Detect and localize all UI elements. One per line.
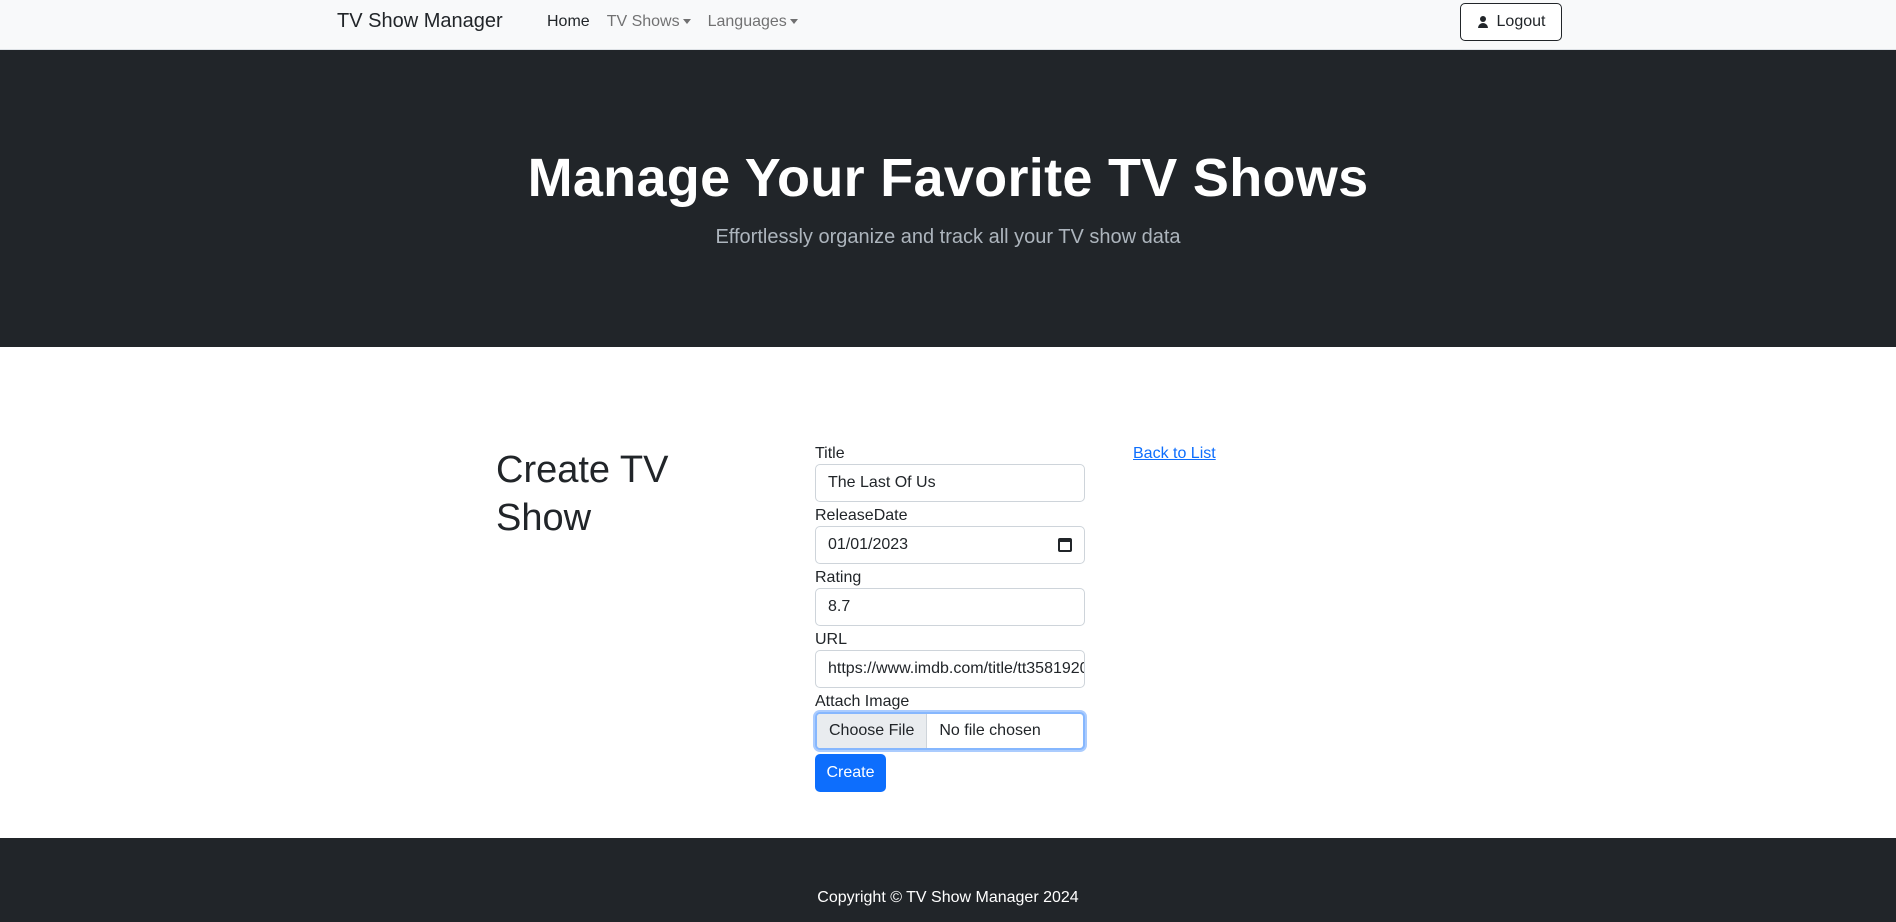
title-label: Title	[815, 445, 845, 462]
url-input-value: https://www.imdb.com/title/tt3581920/	[828, 660, 1085, 677]
url-label: URL	[815, 631, 848, 648]
hero-title: Manage Your Favorite TV Shows	[527, 148, 1369, 208]
footer-copyright: Copyright © TV Show Manager 2024	[817, 889, 1079, 906]
title-input-value: The Last Of Us	[828, 474, 936, 491]
rating-input-value: 8.7	[828, 598, 851, 615]
rating-label: Rating	[815, 569, 862, 586]
hero-banner: Manage Your Favorite TV Shows Effortless…	[0, 50, 1896, 347]
logout-button[interactable]: Logout	[1460, 3, 1562, 41]
nav-tvshows-label: TV Shows	[606, 13, 680, 30]
nav-languages-label: Languages	[707, 13, 787, 30]
release-date-value: 01/01/2023	[828, 536, 909, 553]
logout-label: Logout	[1496, 13, 1546, 30]
page-title: Create TV Show	[496, 449, 669, 539]
create-button[interactable]: Create	[815, 754, 886, 792]
nav-links: Home TV Shows Languages	[547, 13, 798, 31]
brand-link[interactable]: TV Show Manager	[337, 10, 503, 33]
chevron-down-icon	[789, 19, 798, 25]
image-file-input[interactable]: Choose File No file chosen	[815, 712, 1085, 750]
choose-file-button[interactable]: Choose File	[817, 714, 928, 748]
file-status: No file chosen	[939, 722, 1041, 739]
footer: Copyright © TV Show Manager 2024	[0, 838, 1896, 922]
nav-tvshows-dropdown[interactable]: TV Shows	[607, 13, 691, 31]
title-input[interactable]: The Last Of Us	[815, 464, 1085, 502]
back-to-list-link[interactable]: Back to List	[1133, 445, 1216, 463]
create-show-form: Title The Last Of Us ReleaseDate 01/01/2…	[815, 444, 1085, 792]
rating-input[interactable]: 8.7	[815, 588, 1085, 626]
calendar-icon[interactable]	[1058, 538, 1072, 552]
release-date-label: ReleaseDate	[815, 507, 908, 524]
user-icon	[1477, 16, 1489, 28]
release-date-input[interactable]: 01/01/2023	[815, 526, 1085, 564]
chevron-down-icon	[682, 19, 691, 25]
hero-subtitle: Effortlessly organize and track all your…	[715, 226, 1181, 248]
nav-languages-dropdown[interactable]: Languages	[708, 13, 798, 31]
attach-image-label: Attach Image	[815, 693, 910, 710]
url-input[interactable]: https://www.imdb.com/title/tt3581920/	[815, 650, 1085, 688]
top-navbar: TV Show Manager Home TV Shows Languages …	[0, 0, 1896, 50]
nav-home-link[interactable]: Home	[547, 13, 590, 31]
